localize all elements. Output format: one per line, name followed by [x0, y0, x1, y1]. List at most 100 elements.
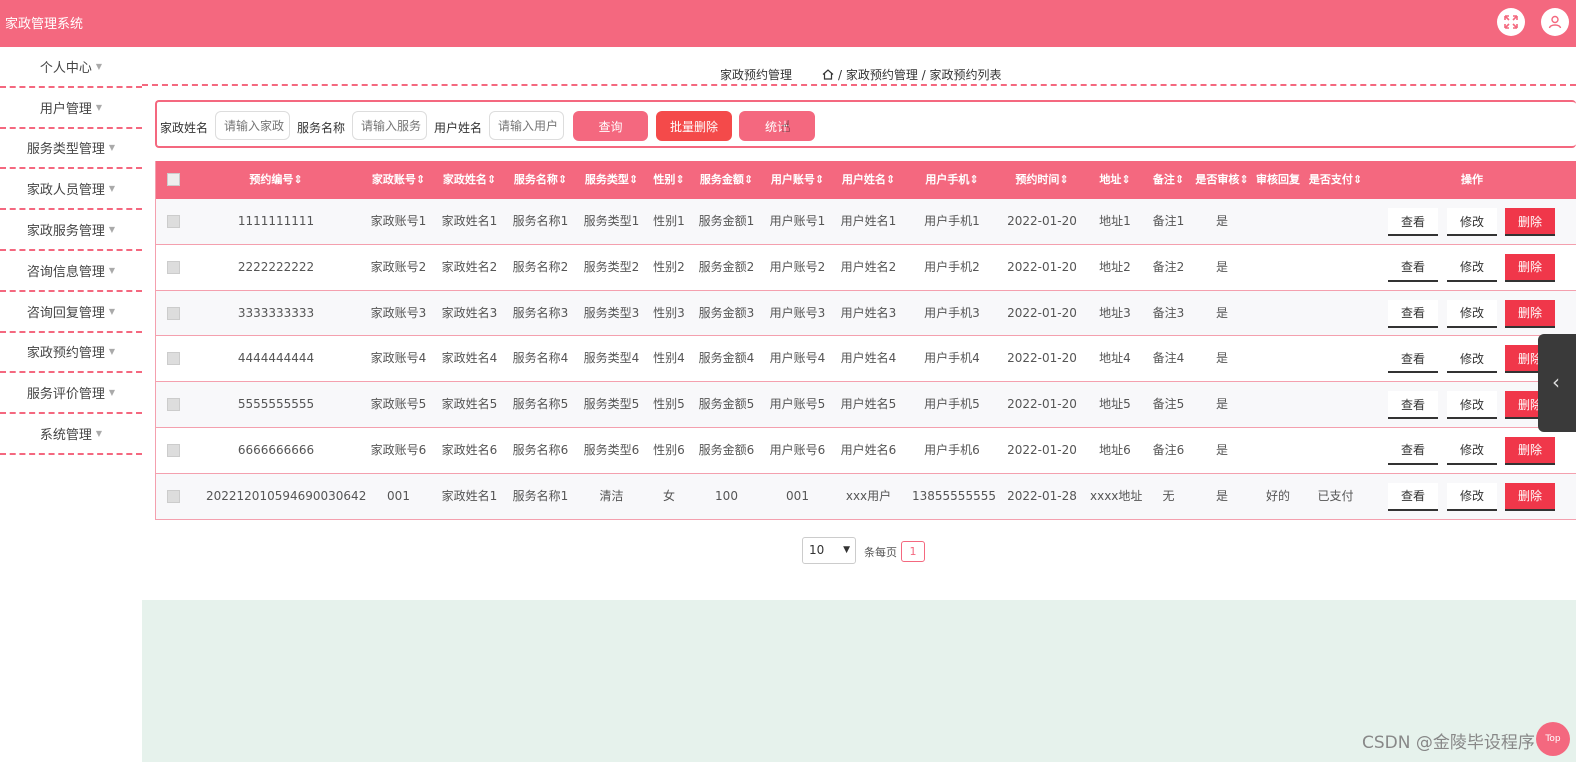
- edit-button[interactable]: 修改: [1447, 299, 1497, 328]
- delete-button[interactable]: 删除: [1505, 299, 1555, 328]
- back-to-top-button[interactable]: Top: [1536, 722, 1570, 756]
- cell-staff-name: 家政姓名6: [441, 442, 498, 457]
- cell-audit-reply: [1252, 428, 1304, 473]
- edit-button[interactable]: 修改: [1447, 391, 1497, 420]
- view-button[interactable]: 查看: [1388, 482, 1438, 511]
- delete-button[interactable]: 删除: [1505, 208, 1555, 236]
- user-icon[interactable]: [1541, 8, 1569, 36]
- col-address[interactable]: 地址⇕: [1090, 161, 1140, 199]
- edit-button[interactable]: 修改: [1447, 436, 1497, 465]
- cell-address: 地址5: [1099, 397, 1131, 412]
- cell-booking-no: 202212010594690030642: [206, 488, 367, 503]
- home-icon[interactable]: [822, 69, 834, 80]
- cell-service-name: 服务名称6: [512, 442, 569, 457]
- cell-user-account: 用户账号6: [769, 442, 826, 457]
- sidebar-item-inquiries[interactable]: 咨询信息管理 ▼: [0, 251, 142, 292]
- view-button[interactable]: 查看: [1388, 299, 1438, 328]
- side-panel-handle[interactable]: ‹: [1538, 334, 1576, 432]
- edit-button[interactable]: 修改: [1447, 208, 1497, 236]
- batch-delete-button[interactable]: 批量删除: [656, 111, 732, 141]
- col-paid[interactable]: 是否支付⇕: [1307, 161, 1364, 199]
- view-button[interactable]: 查看: [1388, 345, 1438, 374]
- cell-user-phone: 用户手机1: [924, 214, 980, 228]
- chevron-down-icon: ▼: [95, 102, 103, 112]
- cell-staff-account: 家政账号3: [370, 305, 427, 320]
- row-checkbox[interactable]: [167, 306, 180, 320]
- footer-area: [142, 600, 1576, 762]
- cell-booking-no: 5555555555: [237, 397, 315, 412]
- sidebar-item-users[interactable]: 用户管理 ▼: [0, 88, 142, 129]
- cell-remark: 备注4: [1152, 351, 1185, 366]
- table-row: 6666666666 家政账号6 家政姓名6 服务名称6 服务类型6 性别6 服务金额6 用户…: [156, 427, 1576, 474]
- delete-button[interactable]: 删除: [1505, 482, 1555, 511]
- cell-gender: 性别4: [653, 351, 685, 366]
- select-all-checkbox[interactable]: [167, 173, 180, 186]
- expand-icon[interactable]: [1497, 8, 1525, 36]
- row-checkbox[interactable]: [167, 215, 180, 228]
- col-audited[interactable]: 是否审核⇕: [1194, 161, 1250, 199]
- col-amount[interactable]: 服务金额⇕: [694, 161, 759, 199]
- cell-remark: 备注1: [1152, 214, 1185, 228]
- query-button[interactable]: 查询: [573, 111, 648, 141]
- cell-remark: 备注3: [1152, 305, 1185, 320]
- cell-amount: 服务金额4: [698, 351, 755, 366]
- row-checkbox[interactable]: [167, 352, 180, 366]
- sidebar-item-replies[interactable]: 咨询回复管理 ▼: [0, 292, 142, 333]
- sidebar-item-bookings[interactable]: 家政预约管理 ▼: [0, 333, 142, 374]
- cell-booking-no: 2222222222: [237, 259, 315, 274]
- col-gender[interactable]: 性别⇕: [649, 161, 689, 199]
- delete-button[interactable]: 删除: [1505, 253, 1555, 282]
- row-checkbox[interactable]: [167, 443, 180, 457]
- search-panel: 家政姓名 服务名称 用户姓名 查询 批量删除 统计: [155, 100, 1576, 148]
- sidebar-item-personal[interactable]: 个人中心 ▼: [0, 47, 142, 88]
- cell-address: 地址2: [1099, 259, 1131, 274]
- sidebar-item-system[interactable]: 系统管理 ▼: [0, 414, 142, 455]
- col-staff-name[interactable]: 家政姓名⇕: [437, 161, 502, 199]
- cell-user-name: 用户姓名4: [840, 351, 897, 366]
- view-button[interactable]: 查看: [1388, 436, 1438, 465]
- row-checkbox[interactable]: [167, 489, 180, 503]
- sidebar-item-staff[interactable]: 家政人员管理 ▼: [0, 169, 142, 211]
- cell-staff-name: 家政姓名1: [441, 488, 498, 503]
- user-name-input[interactable]: [489, 111, 564, 140]
- view-button[interactable]: 查看: [1388, 208, 1438, 236]
- cell-staff-name: 家政姓名1: [441, 214, 498, 228]
- view-button[interactable]: 查看: [1388, 391, 1438, 420]
- sidebar-item-services[interactable]: 家政服务管理 ▼: [0, 210, 142, 251]
- sidebar-item-service-types[interactable]: 服务类型管理 ▼: [0, 129, 142, 170]
- col-service-name[interactable]: 服务名称⇕: [508, 161, 573, 199]
- cell-gender: 性别2: [653, 259, 685, 274]
- cell-staff-name: 家政姓名4: [441, 351, 498, 366]
- stats-button[interactable]: 统计: [739, 111, 815, 141]
- row-checkbox[interactable]: [167, 260, 180, 274]
- col-booking-time[interactable]: 预约时间⇕: [1002, 161, 1082, 199]
- row-checkbox[interactable]: [167, 398, 180, 412]
- cell-booking-no: 3333333333: [237, 305, 315, 320]
- view-button[interactable]: 查看: [1388, 253, 1438, 282]
- service-name-input[interactable]: [352, 111, 427, 140]
- delete-button[interactable]: 删除: [1505, 436, 1555, 465]
- page-size-select[interactable]: 10 ▼: [802, 537, 856, 564]
- col-service-type[interactable]: 服务类型⇕: [579, 161, 644, 199]
- sidebar-item-reviews[interactable]: 服务评价管理 ▼: [0, 373, 142, 415]
- col-remark[interactable]: 备注⇕: [1146, 161, 1191, 199]
- col-user-phone[interactable]: 用户手机⇕: [912, 161, 992, 199]
- staff-name-input[interactable]: [215, 111, 290, 140]
- edit-button[interactable]: 修改: [1447, 482, 1497, 511]
- col-staff-account[interactable]: 家政账号⇕: [366, 161, 431, 199]
- page-number[interactable]: 1: [901, 541, 925, 562]
- cell-service-name: 服务名称3: [512, 305, 569, 320]
- edit-button[interactable]: 修改: [1447, 345, 1497, 374]
- breadcrumb-path[interactable]: / 家政预约管理 / 家政预约列表: [822, 66, 1002, 83]
- col-user-name[interactable]: 用户姓名⇕: [836, 161, 901, 199]
- cell-user-account: 用户账号3: [769, 305, 826, 320]
- cell-audit-reply: [1252, 382, 1304, 427]
- edit-button[interactable]: 修改: [1447, 253, 1497, 282]
- col-booking-no[interactable]: 预约编号⇕: [206, 161, 346, 199]
- col-user-account[interactable]: 用户账号⇕: [765, 161, 830, 199]
- cell-user-name: 用户姓名5: [840, 397, 897, 412]
- cell-service-type: 清洁: [599, 488, 624, 503]
- cell-remark: 备注2: [1152, 259, 1185, 274]
- table-row: 202212010594690030642 001 家政姓名1 服务名称1 清洁 女 100…: [156, 473, 1576, 520]
- cell-service-type: 服务类型3: [583, 305, 640, 320]
